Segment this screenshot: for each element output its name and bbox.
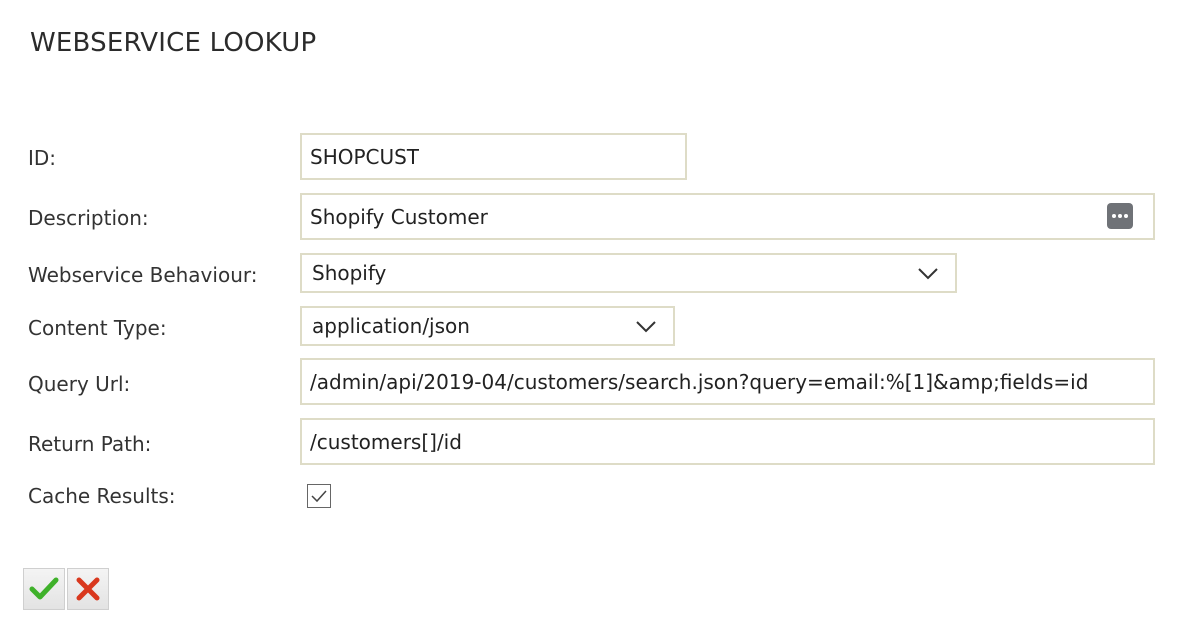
content-type-select[interactable]: application/json xyxy=(300,306,675,346)
webservice-behaviour-label: Webservice Behaviour: xyxy=(28,263,258,287)
checkmark-icon xyxy=(311,490,327,503)
query-url-field[interactable]: /admin/api/2019-04/customers/search.json… xyxy=(300,358,1155,405)
chevron-down-icon xyxy=(636,321,656,333)
query-url-label: Query Url: xyxy=(28,372,131,396)
webservice-behaviour-value: Shopify xyxy=(312,261,387,285)
cross-icon xyxy=(76,577,100,601)
return-path-field[interactable]: /customers[]/id xyxy=(300,418,1155,465)
cache-results-label: Cache Results: xyxy=(28,484,176,508)
query-url-value: /admin/api/2019-04/customers/search.json… xyxy=(310,369,1089,394)
id-value: SHOPCUST xyxy=(310,144,420,169)
id-field[interactable]: SHOPCUST xyxy=(300,133,687,180)
ellipsis-icon[interactable] xyxy=(1107,203,1133,229)
description-label: Description: xyxy=(28,206,149,230)
id-label: ID: xyxy=(28,146,57,170)
webservice-behaviour-select[interactable]: Shopify xyxy=(300,253,957,293)
checkmark-icon xyxy=(29,577,59,600)
description-value: Shopify Customer xyxy=(310,204,488,229)
return-path-label: Return Path: xyxy=(28,432,152,456)
webservice-lookup-page: WEBSERVICE LOOKUP ID: SHOPCUST Descripti… xyxy=(0,0,1190,634)
content-type-label: Content Type: xyxy=(28,316,167,340)
return-path-value: /customers[]/id xyxy=(310,429,462,454)
save-button[interactable] xyxy=(23,568,65,610)
cache-results-checkbox[interactable] xyxy=(307,484,331,508)
chevron-down-icon xyxy=(918,268,938,280)
cancel-button[interactable] xyxy=(67,568,109,610)
content-type-value: application/json xyxy=(312,314,470,338)
page-title: WEBSERVICE LOOKUP xyxy=(30,28,317,58)
description-field[interactable]: Shopify Customer xyxy=(300,193,1155,240)
